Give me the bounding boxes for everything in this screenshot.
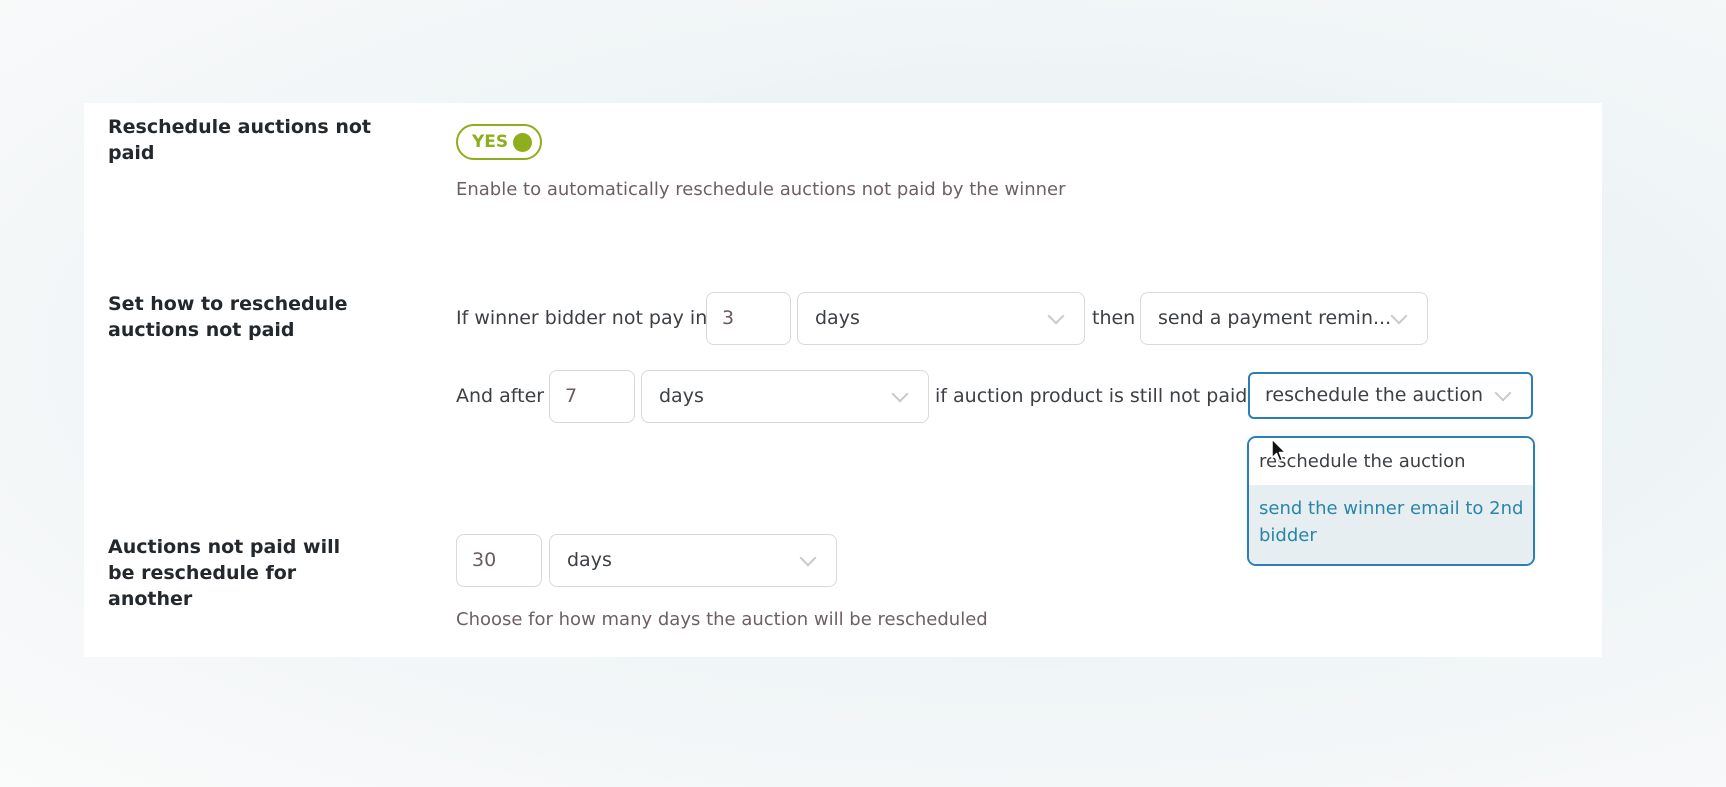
reschedule-duration-label: Auctions not paid will be reschedule for… (108, 536, 341, 610)
payment-wait-unit-select[interactable]: days (797, 292, 1085, 345)
reschedule-duration-amount-input[interactable]: 30 (456, 534, 542, 587)
reschedule-enabled-help: Enable to automatically reschedule aucti… (456, 179, 1066, 200)
second-wait-unit-value: days (659, 385, 704, 407)
toggle-state-label: YES (472, 132, 509, 152)
line2-condition-text: if auction product is still not paid (935, 385, 1248, 407)
reschedule-duration-unit-select[interactable]: days (549, 534, 837, 587)
reschedule-enabled-label: Reschedule auctions not paid (108, 116, 372, 164)
line1-prefix-text: If winner bidder not pay in (456, 307, 708, 329)
second-action-value: reschedule the auction (1265, 384, 1484, 406)
second-wait-amount-input[interactable]: 7 (549, 370, 635, 423)
toggle-knob (513, 133, 532, 152)
line1-then-text: then (1092, 307, 1136, 329)
first-action-select[interactable]: send a payment remin... (1140, 292, 1428, 345)
reschedule-how-label: Set how to reschedule auctions not paid (108, 293, 348, 341)
line2-prefix-text: And after (456, 385, 545, 407)
reschedule-duration-unit-value: days (567, 549, 612, 571)
second-wait-unit-select[interactable]: days (641, 370, 929, 423)
chevron-down-icon (891, 385, 909, 403)
chevron-down-icon (1390, 307, 1408, 325)
settings-card: Reschedule auctions not paid YES Enable … (84, 103, 1602, 657)
reschedule-duration-help: Choose for how many days the auction wil… (456, 609, 988, 630)
dropdown-option-reschedule[interactable]: reschedule the auction (1249, 438, 1533, 485)
chevron-down-icon (1494, 384, 1512, 402)
mouse-pointer-icon (1271, 438, 1287, 462)
dropdown-option-email-2nd-bidder[interactable]: send the winner email to 2nd bidder (1249, 485, 1533, 564)
payment-wait-unit-value: days (815, 307, 860, 329)
chevron-down-icon (799, 549, 817, 567)
chevron-down-icon (1047, 307, 1065, 325)
second-action-dropdown-list: reschedule the auction send the winner e… (1247, 436, 1535, 566)
second-action-select[interactable]: reschedule the auction (1248, 372, 1533, 419)
first-action-value: send a payment remin... (1158, 307, 1392, 329)
reschedule-enabled-toggle[interactable]: YES (456, 124, 542, 160)
payment-wait-amount-input[interactable]: 3 (706, 292, 791, 345)
